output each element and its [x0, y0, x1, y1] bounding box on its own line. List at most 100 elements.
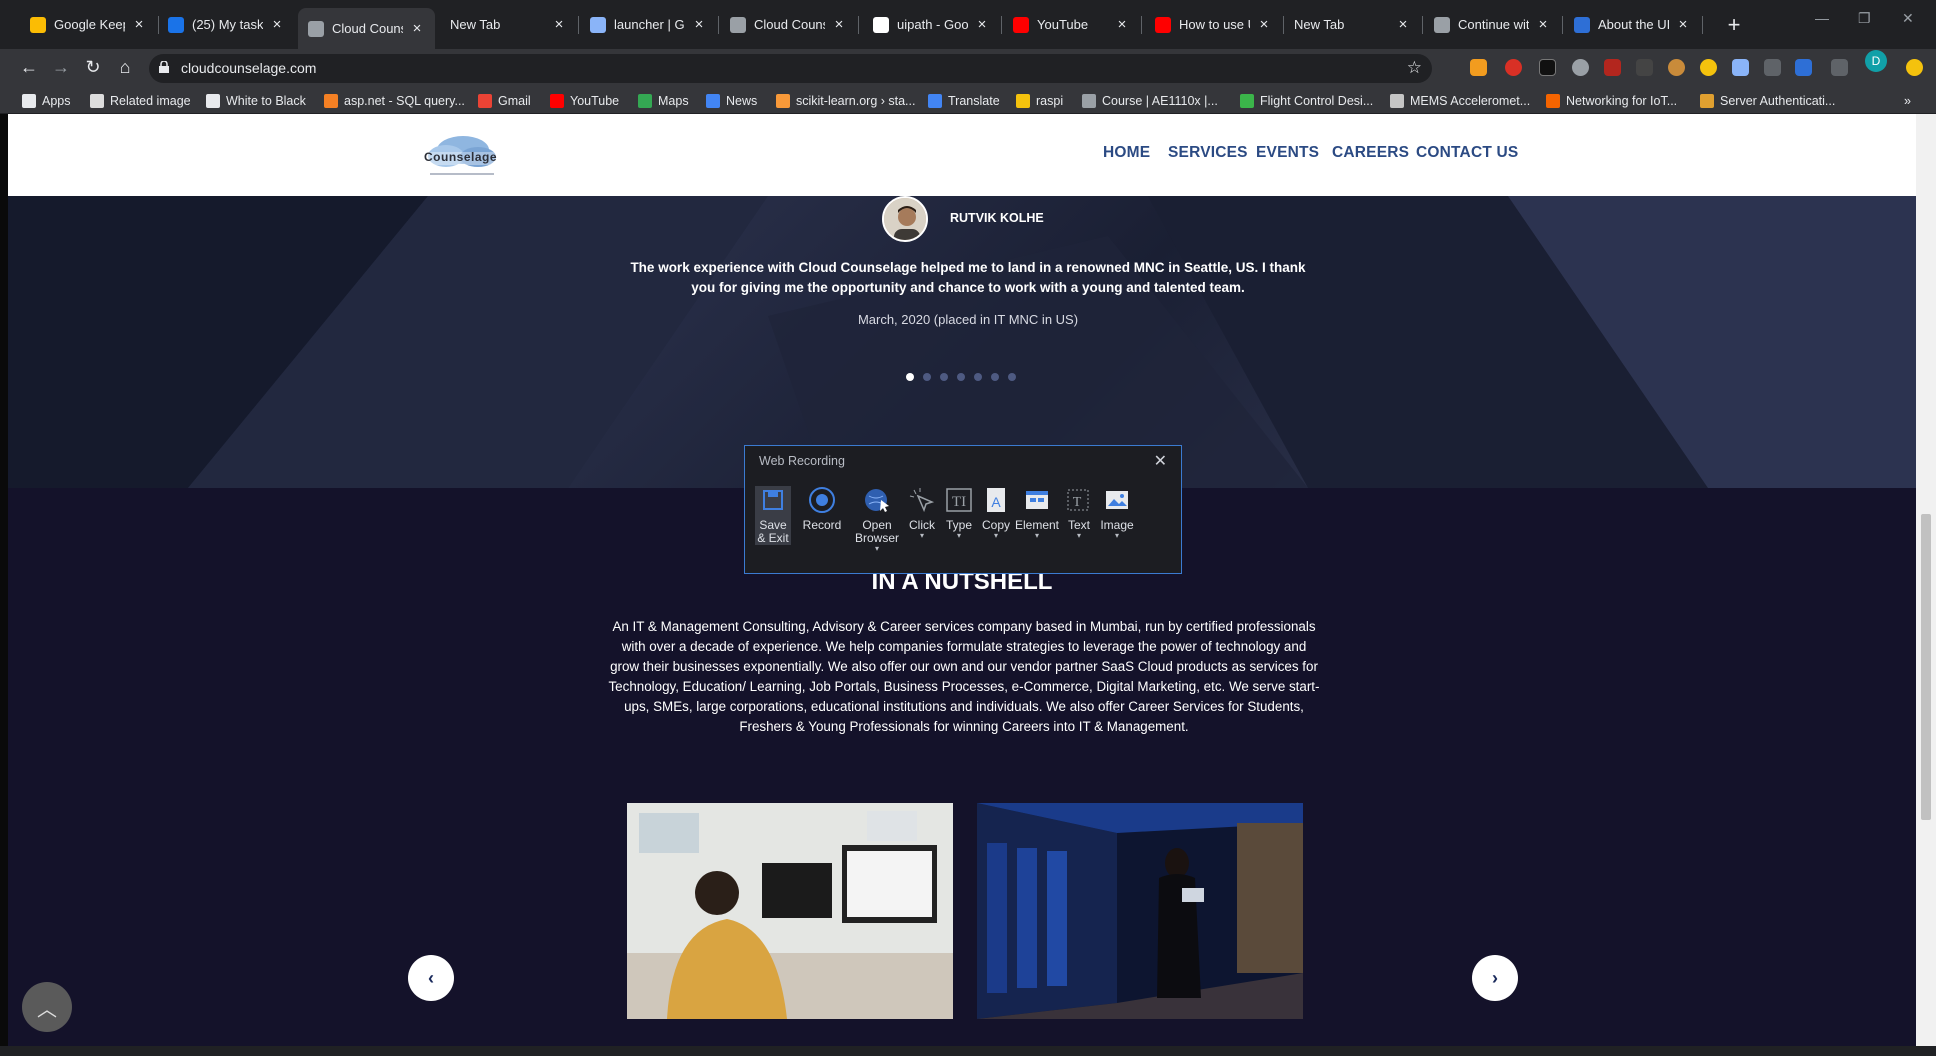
extension-smiley-icon[interactable]: [1906, 59, 1923, 76]
extension-key-icon[interactable]: [1470, 59, 1487, 76]
tab-close-icon[interactable]: ×: [974, 16, 990, 33]
testimonial-dot[interactable]: [906, 373, 914, 381]
tab-close-icon[interactable]: ×: [551, 16, 567, 33]
tab-4[interactable]: New Tab ×: [440, 8, 577, 41]
new-tab-button[interactable]: +: [1722, 12, 1746, 38]
tab-close-icon[interactable]: ×: [831, 16, 847, 33]
bookmark-12[interactable]: Course | AE1110x |...: [1082, 91, 1218, 111]
bookmark-4[interactable]: asp.net - SQL query...: [324, 91, 465, 111]
tab-1[interactable]: Google Keep ×: [20, 8, 157, 41]
bookmark-10[interactable]: Translate: [928, 91, 1000, 111]
recorder-image-button[interactable]: Image ▾: [1095, 486, 1139, 540]
restore-icon[interactable]: ❐: [1858, 10, 1871, 27]
reload-icon[interactable]: ↻: [82, 57, 104, 78]
tab-close-icon[interactable]: ×: [131, 16, 147, 33]
recorder-type-button[interactable]: TI Type ▾: [943, 486, 975, 540]
tab-close-icon[interactable]: ×: [269, 16, 285, 33]
tab-5[interactable]: launcher | GoT ×: [580, 8, 717, 41]
bookmark-1[interactable]: Apps: [22, 91, 71, 111]
tab-10[interactable]: New Tab ×: [1284, 8, 1421, 41]
nav-careers[interactable]: CAREERS: [1332, 144, 1409, 162]
bookmark-5[interactable]: Gmail: [478, 91, 531, 111]
dropdown-caret-icon[interactable]: ▾: [1035, 532, 1039, 540]
tab-7[interactable]: uipath - Goog ×: [863, 8, 1000, 41]
extension-yellow-icon[interactable]: [1700, 59, 1717, 76]
scroll-to-top-button[interactable]: ︿: [22, 982, 72, 1032]
tab-6[interactable]: Cloud Counsel ×: [720, 8, 857, 41]
recorder-record-button[interactable]: Record: [799, 486, 845, 532]
tab-12[interactable]: About the UIA ×: [1564, 8, 1701, 41]
testimonial-dot[interactable]: [991, 373, 999, 381]
tab-close-icon[interactable]: ×: [1675, 16, 1691, 33]
bookmark-13[interactable]: Flight Control Desi...: [1240, 91, 1373, 111]
extension-adblock-icon[interactable]: [1505, 59, 1522, 76]
reading-list-icon[interactable]: [1831, 59, 1848, 76]
bookmark-2[interactable]: Related image: [90, 91, 191, 111]
bookmark-8[interactable]: News: [706, 91, 757, 111]
testimonial-dot[interactable]: [940, 373, 948, 381]
testimonial-dot[interactable]: [974, 373, 982, 381]
minimize-icon[interactable]: —: [1815, 10, 1829, 26]
bookmark-star-icon[interactable]: ☆: [1407, 58, 1422, 78]
recorder-text-button[interactable]: T Text ▾: [1063, 486, 1095, 540]
tab-close-icon[interactable]: ×: [1256, 16, 1272, 33]
site-logo[interactable]: Counselage: [418, 128, 504, 184]
tab-3[interactable]: Cloud Counsel ×: [298, 8, 435, 49]
nav-contact-us[interactable]: CONTACT US: [1416, 144, 1518, 162]
recorder-click-button[interactable]: Click ▾: [905, 486, 939, 540]
dropdown-caret-icon[interactable]: ▾: [957, 532, 961, 540]
tab-2[interactable]: (25) My tasks ×: [158, 8, 295, 41]
carousel-prev-button[interactable]: ‹: [408, 955, 454, 1001]
home-icon[interactable]: ⌂: [114, 57, 136, 78]
recorder-save-exit-button[interactable]: Save & Exit: [755, 486, 791, 545]
tab-11[interactable]: Continue with ×: [1424, 8, 1561, 41]
dropdown-caret-icon[interactable]: ▾: [994, 532, 998, 540]
tab-close-icon[interactable]: ×: [1395, 16, 1411, 33]
profile-avatar[interactable]: D: [1865, 50, 1887, 72]
extension-cookie-icon[interactable]: [1668, 59, 1685, 76]
testimonial-dot[interactable]: [957, 373, 965, 381]
testimonial-dot[interactable]: [1008, 373, 1016, 381]
bookmark-7[interactable]: Maps: [638, 91, 689, 111]
scrollbar-thumb[interactable]: [1921, 514, 1931, 820]
bookmark-15[interactable]: Networking for IoT...: [1546, 91, 1677, 111]
extension-arc-icon[interactable]: [1572, 59, 1589, 76]
bookmark-3[interactable]: White to Black: [206, 91, 306, 111]
close-window-icon[interactable]: ✕: [1902, 10, 1914, 27]
carousel-next-button[interactable]: ›: [1472, 955, 1518, 1001]
extension-uipath-icon[interactable]: [1795, 59, 1812, 76]
tab-9[interactable]: How to use Ui ×: [1145, 8, 1282, 41]
close-icon[interactable]: ✕: [1154, 451, 1167, 471]
tab-close-icon[interactable]: ×: [691, 16, 707, 33]
forward-icon[interactable]: →: [50, 57, 72, 78]
tab-close-icon[interactable]: ×: [1535, 16, 1551, 33]
bookmark-9[interactable]: scikit-learn.org › sta...: [776, 91, 915, 111]
nav-events[interactable]: EVENTS: [1256, 144, 1319, 162]
testimonial-dot[interactable]: [923, 373, 931, 381]
dropdown-caret-icon[interactable]: ▾: [920, 532, 924, 540]
recorder-element-button[interactable]: Element ▾: [1013, 486, 1061, 540]
bookmark-14[interactable]: MEMS Acceleromet...: [1390, 91, 1530, 111]
bookmarks-overflow-button[interactable]: »: [1904, 91, 1911, 111]
tab-close-icon[interactable]: ×: [1114, 16, 1130, 33]
recorder-open-browser-button[interactable]: Open Browser ▾: [851, 486, 903, 553]
bookmark-16[interactable]: Server Authenticati...: [1700, 91, 1835, 111]
back-icon[interactable]: ←: [18, 57, 40, 78]
address-bar[interactable]: cloudcounselage.com ☆: [149, 54, 1432, 83]
dropdown-caret-icon[interactable]: ▾: [1077, 532, 1081, 540]
dropdown-caret-icon[interactable]: ▾: [875, 545, 879, 553]
page-scrollbar[interactable]: [1916, 114, 1936, 1056]
extension-dark-icon[interactable]: [1636, 59, 1653, 76]
recorder-copy-button[interactable]: A Copy ▾: [979, 486, 1013, 540]
bookmark-11[interactable]: raspi: [1016, 91, 1063, 111]
nav-home[interactable]: HOME: [1103, 144, 1150, 162]
extension-react-icon[interactable]: [1732, 59, 1749, 76]
extension-brush-icon[interactable]: [1764, 59, 1781, 76]
dropdown-caret-icon[interactable]: ▾: [1115, 532, 1119, 540]
extension-h-icon[interactable]: [1604, 59, 1621, 76]
bookmark-6[interactable]: YouTube: [550, 91, 619, 111]
nav-services[interactable]: SERVICES: [1168, 144, 1248, 162]
tab-close-icon[interactable]: ×: [409, 20, 425, 37]
tab-8[interactable]: YouTube ×: [1003, 8, 1140, 41]
extension-terminal-icon[interactable]: [1539, 59, 1556, 76]
